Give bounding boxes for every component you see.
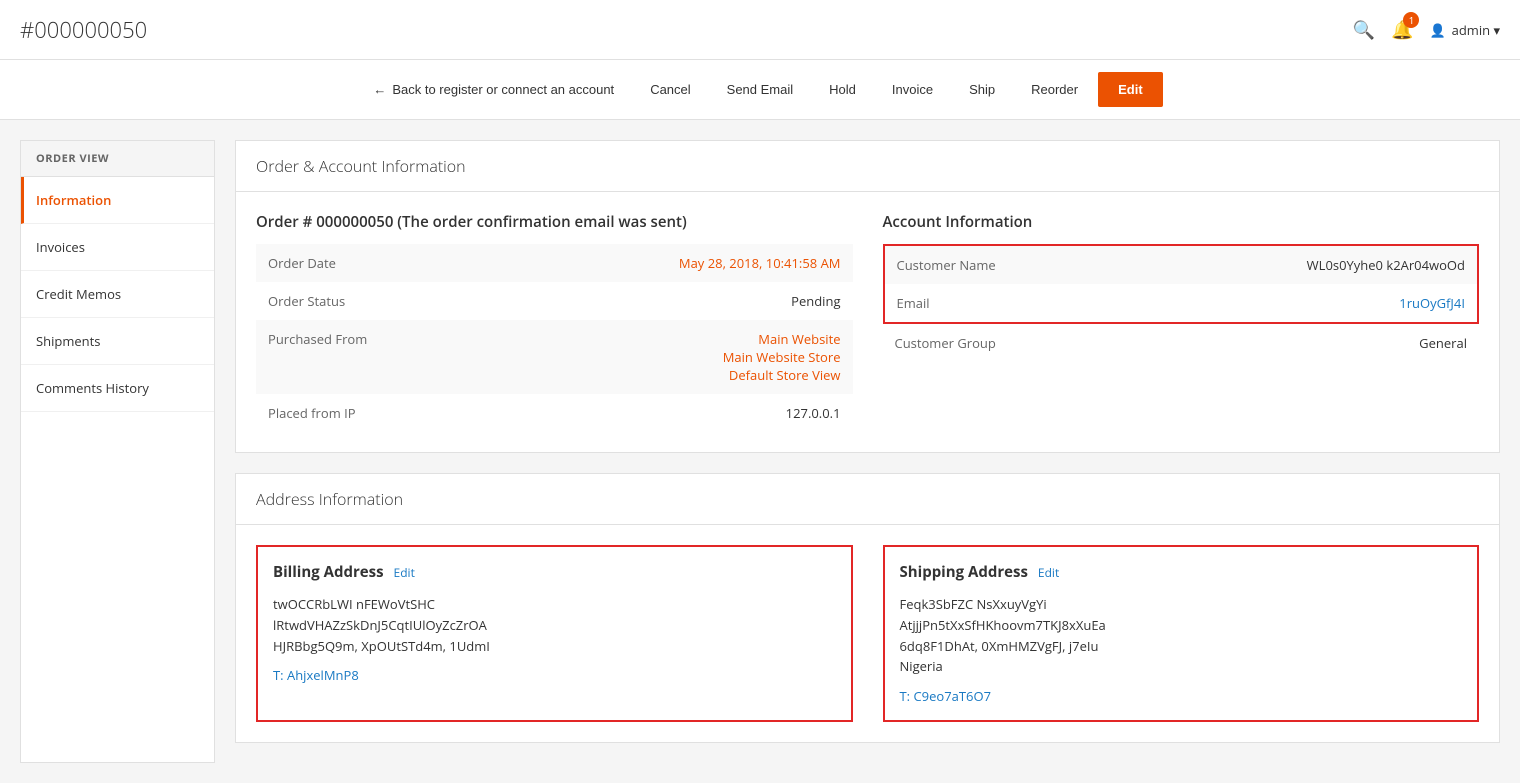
account-info-table: Customer Name WL0s0Yyhe0 k2Ar04woOd Emai…	[885, 246, 1478, 322]
address-content: Billing Address Edit twOCCRbLWI nFEWoVtS…	[236, 525, 1499, 742]
header-right: 🔍 🔔 1 👤 admin ▾	[1353, 18, 1500, 42]
order-status-label: Order Status	[256, 282, 524, 320]
purchased-from-label: Purchased From	[256, 320, 524, 394]
top-header: #000000050 🔍 🔔 1 👤 admin ▾	[0, 0, 1520, 60]
placed-from-ip-value: 127.0.0.1	[524, 394, 852, 432]
action-toolbar: ← Back to register or connect an account…	[0, 60, 1520, 120]
shipping-address-phone: T: C9eo7aT6O7	[900, 687, 1463, 705]
shipping-phone-value[interactable]: C9eo7aT6O7	[913, 687, 991, 705]
customer-group-value: General	[1151, 324, 1479, 362]
table-row: Order Status Pending	[256, 282, 853, 320]
address-section-title: Address Information	[236, 474, 1499, 525]
hold-button[interactable]: Hold	[813, 74, 872, 105]
order-block-title: Order # 000000050 (The order confirmatio…	[256, 212, 853, 232]
cancel-button[interactable]: Cancel	[634, 74, 706, 105]
notification-badge: 1	[1403, 12, 1419, 28]
table-row: Order Date May 28, 2018, 10:41:58 AM	[256, 244, 853, 282]
customer-name-label: Customer Name	[885, 246, 1181, 284]
placed-from-ip-label: Placed from IP	[256, 394, 524, 432]
ship-button[interactable]: Ship	[953, 74, 1011, 105]
sidebar-section-title: ORDER VIEW	[21, 141, 214, 177]
order-date-label: Order Date	[256, 244, 524, 282]
email-label: Email	[885, 284, 1181, 322]
back-label: Back to register or connect an account	[392, 82, 614, 97]
sidebar: ORDER VIEW Information Invoices Credit M…	[20, 140, 215, 763]
reorder-button[interactable]: Reorder	[1015, 74, 1094, 105]
address-two-col: Billing Address Edit twOCCRbLWI nFEWoVtS…	[256, 545, 1479, 722]
billing-address-box: Billing Address Edit twOCCRbLWI nFEWoVtS…	[256, 545, 853, 722]
billing-address-text: twOCCRbLWI nFEWoVtSHC lRtwdVHAZzSkDnJ5Cq…	[273, 594, 836, 656]
page-title: #000000050	[20, 15, 147, 45]
table-row: Purchased From Main WebsiteMain Website …	[256, 320, 853, 394]
billing-address-phone: T: AhjxelMnP8	[273, 666, 836, 684]
account-info-box: Customer Name WL0s0Yyhe0 k2Ar04woOd Emai…	[883, 244, 1480, 324]
order-info-block: Order # 000000050 (The order confirmatio…	[256, 212, 853, 432]
sidebar-item-invoices[interactable]: Invoices	[21, 224, 214, 271]
table-row: Email 1ruOyGfJ4I	[885, 284, 1478, 322]
email-value[interactable]: 1ruOyGfJ4I	[1181, 284, 1477, 322]
notification-button[interactable]: 🔔 1	[1391, 18, 1413, 42]
table-row: Customer Group General	[883, 324, 1480, 362]
shipping-address-edit-link[interactable]: Edit	[1038, 564, 1059, 581]
sidebar-item-comments-history[interactable]: Comments History	[21, 365, 214, 412]
order-status-value: Pending	[524, 282, 852, 320]
table-row: Customer Name WL0s0Yyhe0 k2Ar04woOd	[885, 246, 1478, 284]
account-block-title: Account Information	[883, 212, 1480, 232]
main-layout: ORDER VIEW Information Invoices Credit M…	[0, 120, 1520, 783]
purchased-from-value: Main WebsiteMain Website StoreDefault St…	[524, 320, 852, 394]
order-date-value: May 28, 2018, 10:41:58 AM	[524, 244, 852, 282]
customer-group-label: Customer Group	[883, 324, 1151, 362]
customer-group-table: Customer Group General	[883, 324, 1480, 362]
table-row: Placed from IP 127.0.0.1	[256, 394, 853, 432]
content-area: Order & Account Information Order # 0000…	[235, 140, 1500, 763]
search-icon[interactable]: 🔍	[1353, 18, 1375, 42]
billing-phone-value[interactable]: AhjxelMnP8	[287, 666, 359, 684]
shipping-address-text: Feqk3SbFZC NsXxuyVgYi AtjjjPn5tXxSfHKhoo…	[900, 594, 1463, 677]
invoice-button[interactable]: Invoice	[876, 74, 949, 105]
send-email-button[interactable]: Send Email	[711, 74, 809, 105]
sidebar-item-shipments[interactable]: Shipments	[21, 318, 214, 365]
billing-address-title: Billing Address Edit	[273, 562, 836, 582]
sidebar-item-information[interactable]: Information	[21, 177, 214, 224]
shipping-address-box: Shipping Address Edit Feqk3SbFZC NsXxuyV…	[883, 545, 1480, 722]
address-section: Address Information Billing Address Edit…	[235, 473, 1500, 743]
order-info-table: Order Date May 28, 2018, 10:41:58 AM Ord…	[256, 244, 853, 432]
edit-button[interactable]: Edit	[1098, 72, 1163, 107]
order-account-section-title: Order & Account Information	[236, 141, 1499, 192]
order-account-content: Order # 000000050 (The order confirmatio…	[236, 192, 1499, 452]
back-button[interactable]: ← Back to register or connect an account	[357, 74, 630, 105]
shipping-address-title: Shipping Address Edit	[900, 562, 1463, 582]
billing-address-edit-link[interactable]: Edit	[394, 564, 415, 581]
admin-menu[interactable]: 👤 admin ▾	[1429, 21, 1500, 39]
admin-label: admin ▾	[1452, 21, 1500, 39]
order-account-two-col: Order # 000000050 (The order confirmatio…	[256, 212, 1479, 432]
account-info-block: Account Information Customer Name WL0s0Y…	[883, 212, 1480, 432]
customer-name-value: WL0s0Yyhe0 k2Ar04woOd	[1181, 246, 1477, 284]
sidebar-item-credit-memos[interactable]: Credit Memos	[21, 271, 214, 318]
order-account-section: Order & Account Information Order # 0000…	[235, 140, 1500, 453]
